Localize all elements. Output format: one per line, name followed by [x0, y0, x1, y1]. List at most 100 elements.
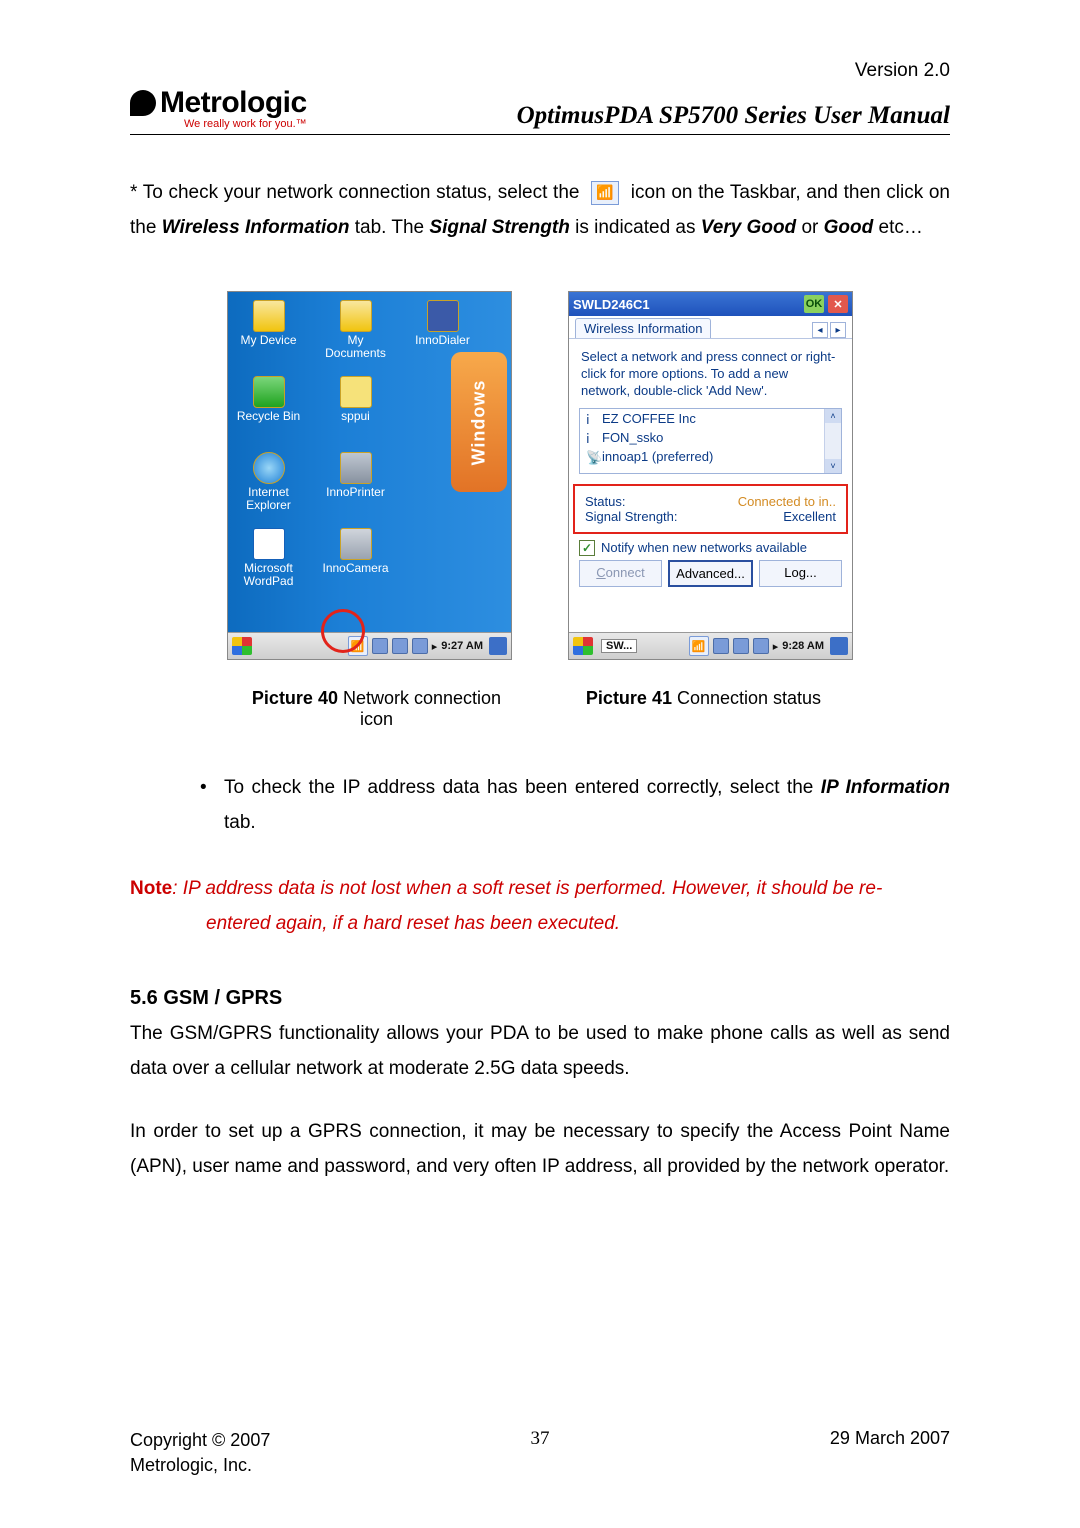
- logo: Metrologic We really work for you.™: [130, 86, 307, 130]
- sip-keyboard-icon[interactable]: [830, 637, 848, 655]
- text: * To check your network connection statu…: [130, 182, 585, 203]
- icon-innocamera[interactable]: InnoCamera: [323, 528, 388, 598]
- note-label: Note: [130, 878, 172, 899]
- header: Metrologic We really work for you.™ Opti…: [130, 86, 950, 135]
- caption-label: Picture 41: [586, 688, 677, 708]
- footer: Copyright © 2007 Metrologic, Inc. 37 29 …: [130, 1428, 950, 1478]
- text: tab.: [224, 812, 256, 833]
- tray-icon[interactable]: [733, 638, 749, 654]
- label: My Documents: [323, 334, 388, 360]
- footer-date: 29 March 2007: [830, 1428, 950, 1449]
- connect-button[interactable]: Connect: [579, 560, 662, 587]
- captions: Picture 40 Network connection icon Pictu…: [130, 688, 950, 730]
- list-item: 📡innoap1 (preferred): [580, 447, 841, 466]
- window-titlebar: SWLD246C1 OK ✕: [569, 292, 852, 316]
- screenshot-wireless-info: SWLD246C1 OK ✕ Wireless Information ◂ ▸ …: [568, 291, 853, 660]
- start-button-icon[interactable]: [573, 637, 593, 655]
- sip-keyboard-icon[interactable]: [489, 637, 507, 655]
- very-good-term: Very Good: [701, 217, 796, 238]
- list-item: 𝗂FON_ssko: [580, 428, 841, 447]
- note-text: IP address data is not lost when a soft …: [183, 878, 882, 899]
- doc-title: OptimusPDA SP5700 Series User Manual: [517, 102, 950, 130]
- text: To check the IP address data has been en…: [224, 777, 821, 798]
- ok-button[interactable]: OK: [804, 295, 824, 313]
- network-tray-icon[interactable]: 📶: [689, 636, 709, 656]
- signal-icon: 𝗂: [586, 412, 598, 424]
- logo-mark-icon: [130, 90, 156, 116]
- taskbar[interactable]: SW... 📶 ▸ 9:28 AM: [569, 632, 852, 659]
- clock: 9:27 AM: [441, 640, 483, 652]
- tray-icon[interactable]: [412, 638, 428, 654]
- tab-scroll-right-icon[interactable]: ▸: [830, 322, 846, 338]
- bullet-item: • To check the IP address data has been …: [200, 770, 950, 840]
- tray-icon[interactable]: [392, 638, 408, 654]
- status-box: Status:Connected to in.. Signal Strength…: [573, 484, 848, 534]
- tab-scroll-left-icon[interactable]: ◂: [812, 322, 828, 338]
- taskbar[interactable]: 📶 ▸ 9:27 AM: [228, 632, 511, 659]
- note-text: entered again, if a hard reset has been …: [206, 906, 950, 941]
- screenshot-desktop: My Device My Documents InnoDialer Recycl…: [227, 291, 512, 660]
- network-list[interactable]: 𝗂EZ COFFEE Inc 𝗂FON_ssko 📡innoap1 (prefe…: [579, 408, 842, 474]
- intro-paragraph: * To check your network connection statu…: [130, 175, 950, 245]
- tab-wireless-information[interactable]: Wireless Information: [575, 318, 711, 338]
- paragraph: In order to set up a GPRS connection, it…: [130, 1114, 950, 1184]
- label: Recycle Bin: [237, 410, 300, 423]
- caption-label: Picture 40: [252, 688, 343, 708]
- taskbar-app-button[interactable]: SW...: [601, 639, 637, 653]
- copyright-line2: Metrologic, Inc.: [130, 1453, 270, 1478]
- caption-text: Network connection icon: [343, 688, 501, 729]
- start-button-icon[interactable]: [232, 637, 252, 655]
- caption-text: Connection status: [677, 688, 821, 708]
- advanced-button[interactable]: Advanced...: [668, 560, 753, 587]
- notify-checkbox[interactable]: ✓: [579, 540, 595, 556]
- paragraph: The GSM/GPRS functionality allows your P…: [130, 1016, 950, 1086]
- label: Microsoft WordPad: [236, 562, 301, 588]
- icon-my-device[interactable]: My Device: [236, 300, 301, 370]
- scrollbar[interactable]: ˄˅: [824, 409, 841, 473]
- label: InnoPrinter: [326, 486, 385, 499]
- label: Internet Explorer: [236, 486, 301, 512]
- clock: 9:28 AM: [782, 640, 824, 652]
- section-heading: 5.6 GSM / GPRS: [130, 987, 950, 1010]
- version-label: Version 2.0: [130, 60, 950, 82]
- icon-innoprinter[interactable]: InnoPrinter: [323, 452, 388, 522]
- window-title: SWLD246C1: [573, 297, 650, 312]
- wireless-info-term: Wireless Information: [162, 217, 350, 238]
- text: or: [801, 217, 823, 238]
- signal-strength-term: Signal Strength: [429, 217, 569, 238]
- label: My Device: [240, 334, 296, 347]
- page-number: 37: [531, 1428, 550, 1450]
- icon-my-documents[interactable]: My Documents: [323, 300, 388, 370]
- text: is indicated as: [575, 217, 701, 238]
- list-item: 𝗂EZ COFFEE Inc: [580, 409, 841, 428]
- tray-icon[interactable]: [713, 638, 729, 654]
- strength-value: Excellent: [783, 509, 836, 524]
- close-button[interactable]: ✕: [828, 295, 848, 313]
- icon-wordpad[interactable]: Microsoft WordPad: [236, 528, 301, 598]
- notify-label: Notify when new networks available: [601, 540, 807, 555]
- tray-icon[interactable]: [753, 638, 769, 654]
- windows-embedded-banner: Windows: [451, 352, 507, 492]
- signal-icon: 𝗂: [586, 431, 598, 443]
- help-text: Select a network and press connect or ri…: [579, 345, 842, 404]
- logo-tagline: We really work for you.™: [184, 118, 307, 130]
- network-connection-icon: 📶: [591, 181, 619, 205]
- icon-internet-explorer[interactable]: Internet Explorer: [236, 452, 301, 522]
- network-tray-icon[interactable]: 📶: [348, 636, 368, 656]
- status-label: Status:: [585, 494, 625, 509]
- ip-info-term: IP Information: [821, 777, 950, 798]
- label: InnoCamera: [322, 562, 388, 575]
- copyright-line1: Copyright © 2007: [130, 1428, 270, 1453]
- label: sppui: [341, 410, 370, 423]
- text: etc…: [879, 217, 923, 238]
- label: InnoDialer: [415, 334, 470, 347]
- icon-recycle-bin[interactable]: Recycle Bin: [236, 376, 301, 446]
- icon-sppui[interactable]: sppui: [323, 376, 388, 446]
- good-term: Good: [824, 217, 874, 238]
- log-button[interactable]: Log...: [759, 560, 842, 587]
- tray-icon[interactable]: [372, 638, 388, 654]
- antenna-icon: 📡: [586, 450, 598, 462]
- note-block: Note: IP address data is not lost when a…: [130, 871, 950, 941]
- status-value: Connected to in..: [738, 494, 836, 509]
- text: tab. The: [355, 217, 430, 238]
